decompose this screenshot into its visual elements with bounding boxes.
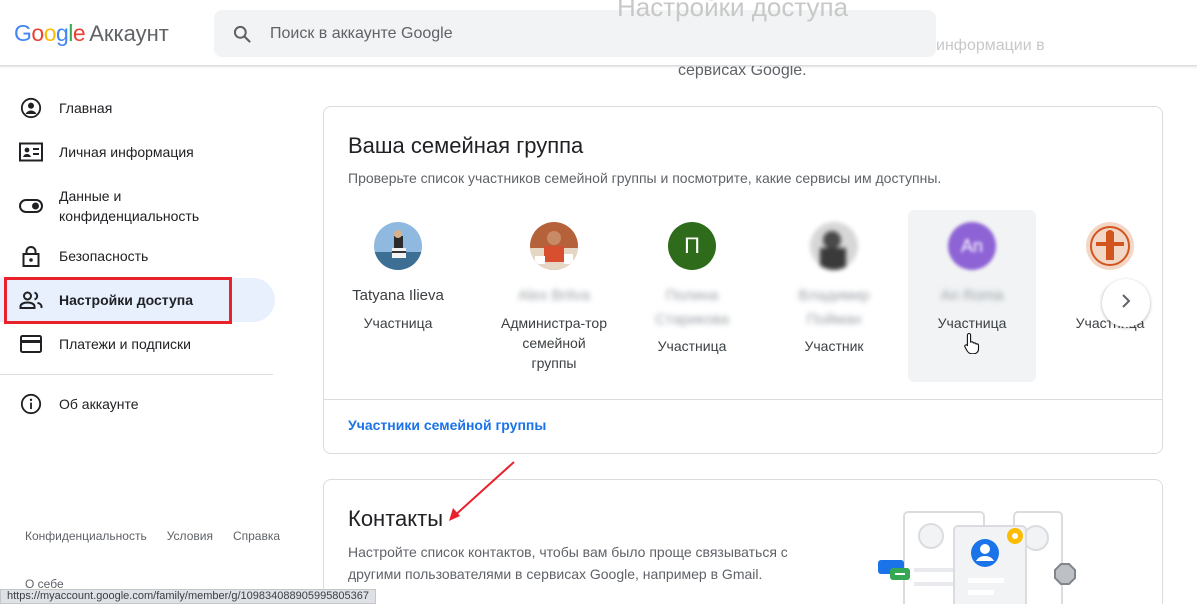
member-role: Администра-тор семейной группы [501,315,607,371]
avatar [1086,222,1134,270]
family-member[interactable]: Tatyana Ilieva Участница [334,210,462,382]
member-name: Tatyana Ilieva [352,287,444,304]
family-group-card: Ваша семейная группа Проверьте список уч… [323,106,1163,454]
footer-link-privacy[interactable]: Конфиденциальность [25,529,147,543]
lock-icon [0,245,59,267]
highlight-box [4,277,232,324]
avatar: An [948,222,996,270]
chevron-right-icon [1120,293,1132,313]
family-members-link[interactable]: Участники семейной группы [348,417,546,433]
footer-links: Конфиденциальность Условия Справка [25,529,280,543]
top-bar: Google Аккаунт [0,0,1197,66]
contacts-illustration [874,508,1084,604]
member-name: An Roma [940,287,1004,304]
family-group-title: Ваша семейная группа [348,133,584,158]
footer-link-help[interactable]: Справка [233,529,280,543]
product-name: Аккаунт [89,21,169,46]
credit-card-icon [0,335,59,353]
avatar [810,222,858,270]
carousel-next-button[interactable] [1102,279,1150,327]
member-role: Участник [804,338,864,354]
member-name: Полина Старикова [655,287,729,328]
sidebar-item-about[interactable]: Об аккаунте [0,384,275,424]
avatar: П [668,222,716,270]
footer-link-terms[interactable]: Условия [167,529,213,543]
sidebar-item-label: Платежи и подписки [59,336,191,352]
sidebar-item-payments[interactable]: Платежи и подписки [0,324,275,364]
member-role: Участница [937,315,1007,331]
annotation-arrow-icon [440,458,520,533]
toggle-icon [0,199,59,213]
contacts-title: Контакты [348,506,444,531]
card-divider [324,399,1162,400]
family-member[interactable]: An An Roma Участница [908,210,1036,382]
family-member[interactable]: П Полина Старикова Участница [628,210,756,382]
sidebar-item-personal-info[interactable]: Личная информация [0,132,275,172]
sidebar-divider [0,374,273,375]
hand-cursor-icon [964,332,980,359]
member-name: Владимир Пойман [798,287,870,328]
status-bar-url: https://myaccount.google.com/family/memb… [0,589,377,604]
sidebar-item-label: Безопасность [59,248,149,264]
sidebar-item-label: Данные и конфиденциальность [59,188,200,224]
avatar [374,222,422,270]
avatar [530,222,578,270]
sidebar-item-label: Главная [59,100,113,116]
sidebar-item-data-privacy[interactable]: Данные и конфиденциальность [0,182,275,230]
family-group-description: Проверьте список участников семейной гру… [348,170,942,186]
app-window: Google Аккаунт Настройки доступа информа… [0,0,1197,604]
sidebar-item-label: Об аккаунте [59,396,139,412]
family-member[interactable]: Alex Britva Администра-тор семейной груп… [490,210,618,382]
page-intro-line: информации в [936,37,1045,54]
account-circle-icon [0,97,59,119]
page-title: Настройки доступа [617,0,849,22]
member-role: Участница [363,315,433,331]
member-name: Alex Britva [518,287,590,304]
search-input[interactable] [270,24,870,43]
id-card-icon [0,142,59,162]
google-wordmark: Google [14,20,86,46]
google-account-logo[interactable]: Google Аккаунт [14,20,169,47]
sidebar-item-home[interactable]: Главная [0,88,275,128]
sidebar-item-label: Личная информация [59,144,194,160]
search-icon[interactable] [214,24,270,44]
family-member[interactable]: Владимир Пойман Участник [770,210,898,382]
sidebar-item-security[interactable]: Безопасность [0,236,275,276]
info-icon [0,393,59,415]
member-role: Участница [657,338,727,354]
contacts-description: Настройте список контактов, чтобы вам бы… [348,544,788,582]
